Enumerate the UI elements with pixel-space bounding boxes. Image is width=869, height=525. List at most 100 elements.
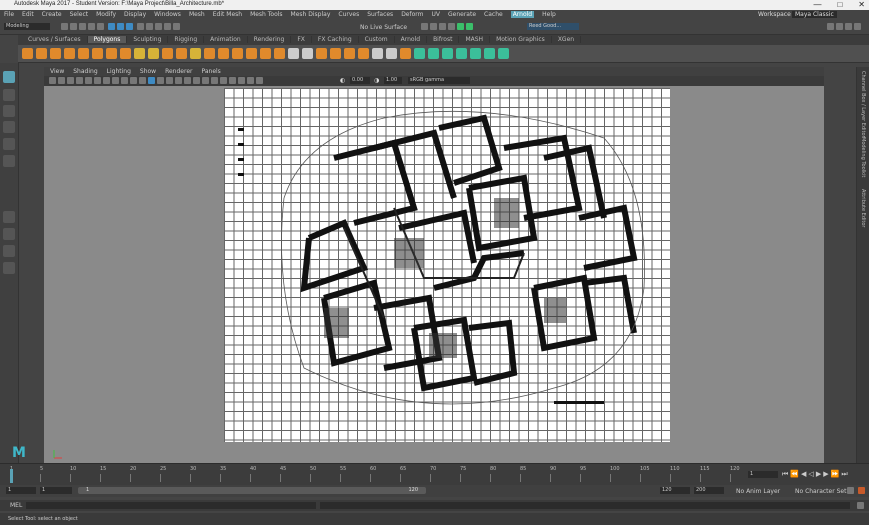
hypershade-icon[interactable]	[457, 23, 464, 30]
ambient-occlusion-icon[interactable]	[229, 77, 236, 84]
combine-icon[interactable]	[162, 48, 173, 59]
film-gate-icon[interactable]	[94, 77, 101, 84]
playback-start-field[interactable]: 1	[40, 487, 72, 494]
shelf-tab-fx-caching[interactable]: FX Caching	[312, 36, 359, 43]
spherical-uv-icon[interactable]	[442, 48, 453, 59]
image-plane[interactable]	[224, 88, 670, 442]
menu-mesh-tools[interactable]: Mesh Tools	[250, 11, 282, 18]
motion-blur-icon[interactable]	[238, 77, 245, 84]
step-forward-frame-icon[interactable]: ▶	[823, 470, 830, 478]
menu-mesh[interactable]: Mesh	[189, 11, 205, 18]
select-camera-icon[interactable]	[49, 77, 56, 84]
shelf-tab-polygons[interactable]: Polygons	[87, 36, 128, 43]
paint-select-tool-icon[interactable]	[3, 105, 15, 117]
unfold-uv-icon[interactable]	[484, 48, 495, 59]
menu-mesh-display[interactable]: Mesh Display	[291, 11, 331, 18]
time-slider[interactable]: 1510152025303540455055606570758085909510…	[0, 463, 869, 486]
auto-key-icon[interactable]	[847, 487, 854, 494]
shelf-tab-motion-graphics[interactable]: Motion Graphics	[490, 36, 552, 43]
outliner-layout-icon[interactable]	[3, 262, 15, 274]
user-account-select[interactable]: Reed Good...	[527, 23, 579, 30]
automatic-uv-icon[interactable]	[456, 48, 467, 59]
modeling-toolkit-tab[interactable]: Modeling Toolkit	[860, 137, 866, 177]
snap-surface-icon[interactable]	[172, 23, 180, 30]
shelf-tab-animation[interactable]: Animation	[204, 36, 248, 43]
character-set-select[interactable]: No Character Set	[795, 488, 846, 495]
menu-create[interactable]: Create	[42, 11, 62, 18]
move-tool-icon[interactable]	[3, 121, 15, 133]
reduce-icon[interactable]	[218, 48, 229, 59]
select-object-icon[interactable]	[116, 23, 124, 30]
image-plane-icon[interactable]	[76, 77, 83, 84]
planar-uv-icon[interactable]	[414, 48, 425, 59]
depth-of-field-icon[interactable]	[256, 77, 263, 84]
collapse-icon[interactable]	[400, 48, 411, 59]
poly-cylinder-icon[interactable]	[50, 48, 61, 59]
poly-cone-icon[interactable]	[64, 48, 75, 59]
poly-cube-icon[interactable]	[36, 48, 47, 59]
current-frame-field[interactable]: 1	[748, 471, 778, 478]
snap-curve-icon[interactable]	[145, 23, 153, 30]
menu-deform[interactable]: Deform	[401, 11, 423, 18]
menu-cache[interactable]: Cache	[484, 11, 503, 18]
panel-menu-shading[interactable]: Shading	[73, 68, 97, 75]
minimize-button[interactable]: —	[813, 0, 821, 9]
undo-icon[interactable]	[88, 23, 95, 30]
playback-end-field[interactable]: 120	[660, 487, 690, 494]
safe-title-icon[interactable]	[139, 77, 146, 84]
panel-menu-view[interactable]: View	[50, 68, 64, 75]
redo-icon[interactable]	[97, 23, 104, 30]
menu-arnold[interactable]: Arnold	[510, 11, 535, 18]
mirror-icon[interactable]	[190, 48, 201, 59]
shelf-tab-mash[interactable]: MASH	[459, 36, 491, 43]
open-scene-icon[interactable]	[70, 23, 77, 30]
single-perspective-layout-icon[interactable]	[3, 211, 15, 223]
extrude-icon[interactable]	[274, 48, 285, 59]
four-view-layout-icon[interactable]	[3, 228, 15, 240]
snap-point-icon[interactable]	[154, 23, 162, 30]
poly-plane-icon[interactable]	[92, 48, 103, 59]
wireframe-icon[interactable]	[148, 77, 155, 84]
mode-select[interactable]: Modeling	[4, 23, 50, 30]
menu-file[interactable]: File	[4, 11, 14, 18]
grid-icon[interactable]	[85, 77, 92, 84]
svg-icon[interactable]	[148, 48, 159, 59]
gate-mask-icon[interactable]	[112, 77, 119, 84]
step-forward-key-icon[interactable]: ⏩	[831, 470, 842, 478]
scale-tool-icon[interactable]	[3, 155, 15, 167]
connect-icon[interactable]	[386, 48, 397, 59]
command-input[interactable]	[26, 502, 316, 509]
gamma-field[interactable]: 1.00	[384, 77, 402, 84]
shelf-tab-rigging[interactable]: Rigging	[168, 36, 205, 43]
isolate-select-icon[interactable]	[220, 77, 227, 84]
resolution-gate-icon[interactable]	[103, 77, 110, 84]
fill-hole-icon[interactable]	[316, 48, 327, 59]
anti-aliasing-icon[interactable]	[247, 77, 254, 84]
camera-attributes-icon[interactable]	[58, 77, 65, 84]
exposure-field[interactable]: 0.00	[350, 77, 370, 84]
append-polygon-icon[interactable]	[330, 48, 341, 59]
use-all-lights-icon[interactable]	[193, 77, 200, 84]
textured-icon[interactable]	[184, 77, 191, 84]
go-to-end-icon[interactable]: ⏭	[841, 470, 849, 478]
live-surface-label[interactable]: No Live Surface	[360, 24, 407, 31]
menu-windows[interactable]: Windows	[154, 11, 181, 18]
bevel-icon[interactable]	[288, 48, 299, 59]
smooth-shade-icon[interactable]	[157, 77, 164, 84]
bookmarks-icon[interactable]	[67, 77, 74, 84]
shelf-tab-arnold[interactable]: Arnold	[395, 36, 428, 43]
shelf-tab-curves-surfaces[interactable]: Curves / Surfaces	[22, 36, 88, 43]
layout-uv-icon[interactable]	[498, 48, 509, 59]
render-view-icon[interactable]	[421, 23, 428, 30]
save-scene-icon[interactable]	[79, 23, 86, 30]
poly-sphere-icon[interactable]	[22, 48, 33, 59]
menu-generate[interactable]: Generate	[448, 11, 476, 18]
channel-box-toggle-icon[interactable]	[854, 23, 861, 30]
playback-preferences-icon[interactable]	[858, 487, 865, 494]
smooth-icon[interactable]	[204, 48, 215, 59]
current-time-marker[interactable]	[10, 469, 13, 483]
cylindrical-uv-icon[interactable]	[428, 48, 439, 59]
range-slider[interactable]: 1 120	[78, 487, 426, 494]
menu-surfaces[interactable]: Surfaces	[367, 11, 393, 18]
edge-loop-icon[interactable]	[358, 48, 369, 59]
